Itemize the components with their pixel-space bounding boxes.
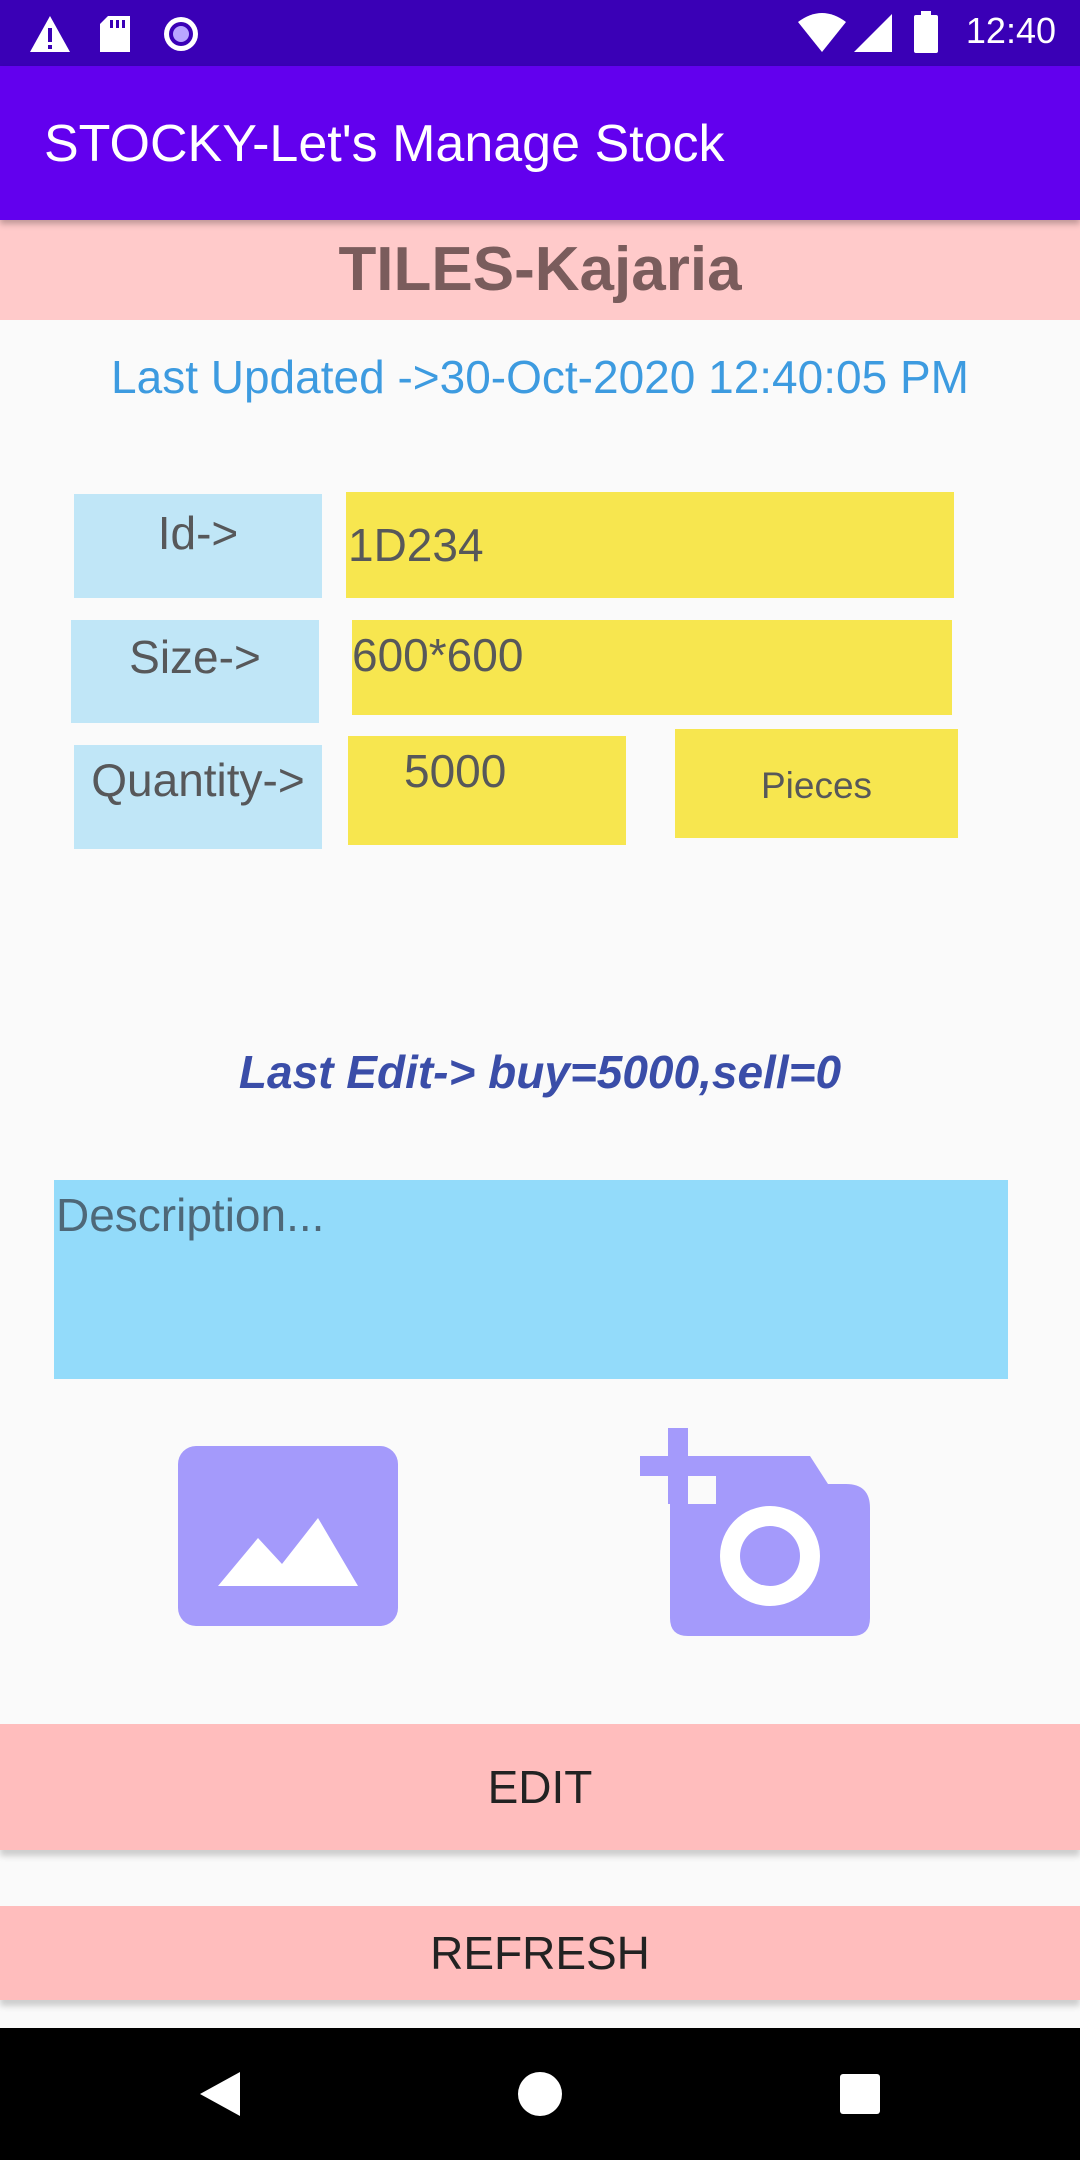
status-time: 12:40 (965, 10, 1056, 51)
description-field[interactable] (54, 1180, 1008, 1379)
unit-select[interactable]: Pieces (675, 729, 958, 838)
back-triangle-icon[interactable] (196, 2070, 244, 2123)
app-title: STOCKY-Let's Manage Stock (44, 115, 725, 173)
image-gallery-icon[interactable] (178, 1446, 398, 1626)
battery-icon (912, 10, 940, 59)
status-bar: 12:40 (0, 0, 1080, 66)
size-value-field[interactable]: 600*600 (352, 620, 952, 715)
cellular-signal-icon (852, 12, 894, 59)
wifi-icon (796, 12, 848, 59)
product-title-bar: TILES-Kajaria (0, 220, 1080, 320)
home-circle-icon[interactable] (516, 2070, 564, 2123)
quantity-value-field[interactable]: 5000 (348, 736, 626, 845)
navigation-bar (0, 2028, 1080, 2160)
last-updated-text: Last Updated ->30-Oct-2020 12:40:05 PM (111, 351, 969, 403)
recents-square-icon[interactable] (838, 2072, 882, 2121)
app-bar: STOCKY-Let's Manage Stock (0, 66, 1080, 220)
edit-button[interactable]: EDIT (0, 1724, 1080, 1850)
id-label: Id-> (74, 494, 322, 598)
refresh-button[interactable]: REFRESH (0, 1906, 1080, 2000)
product-title: TILES-Kajaria (338, 235, 742, 304)
quantity-label: Quantity-> (74, 745, 322, 849)
id-value-field[interactable]: 1D234 (346, 492, 954, 598)
last-edit-text: Last Edit-> buy=5000,sell=0 (238, 1046, 842, 1098)
sd-card-icon (98, 14, 132, 59)
radio-circle-icon (160, 14, 202, 59)
add-photo-camera-icon[interactable] (640, 1428, 870, 1636)
size-label: Size-> (71, 620, 319, 723)
warning-icon (28, 14, 72, 59)
